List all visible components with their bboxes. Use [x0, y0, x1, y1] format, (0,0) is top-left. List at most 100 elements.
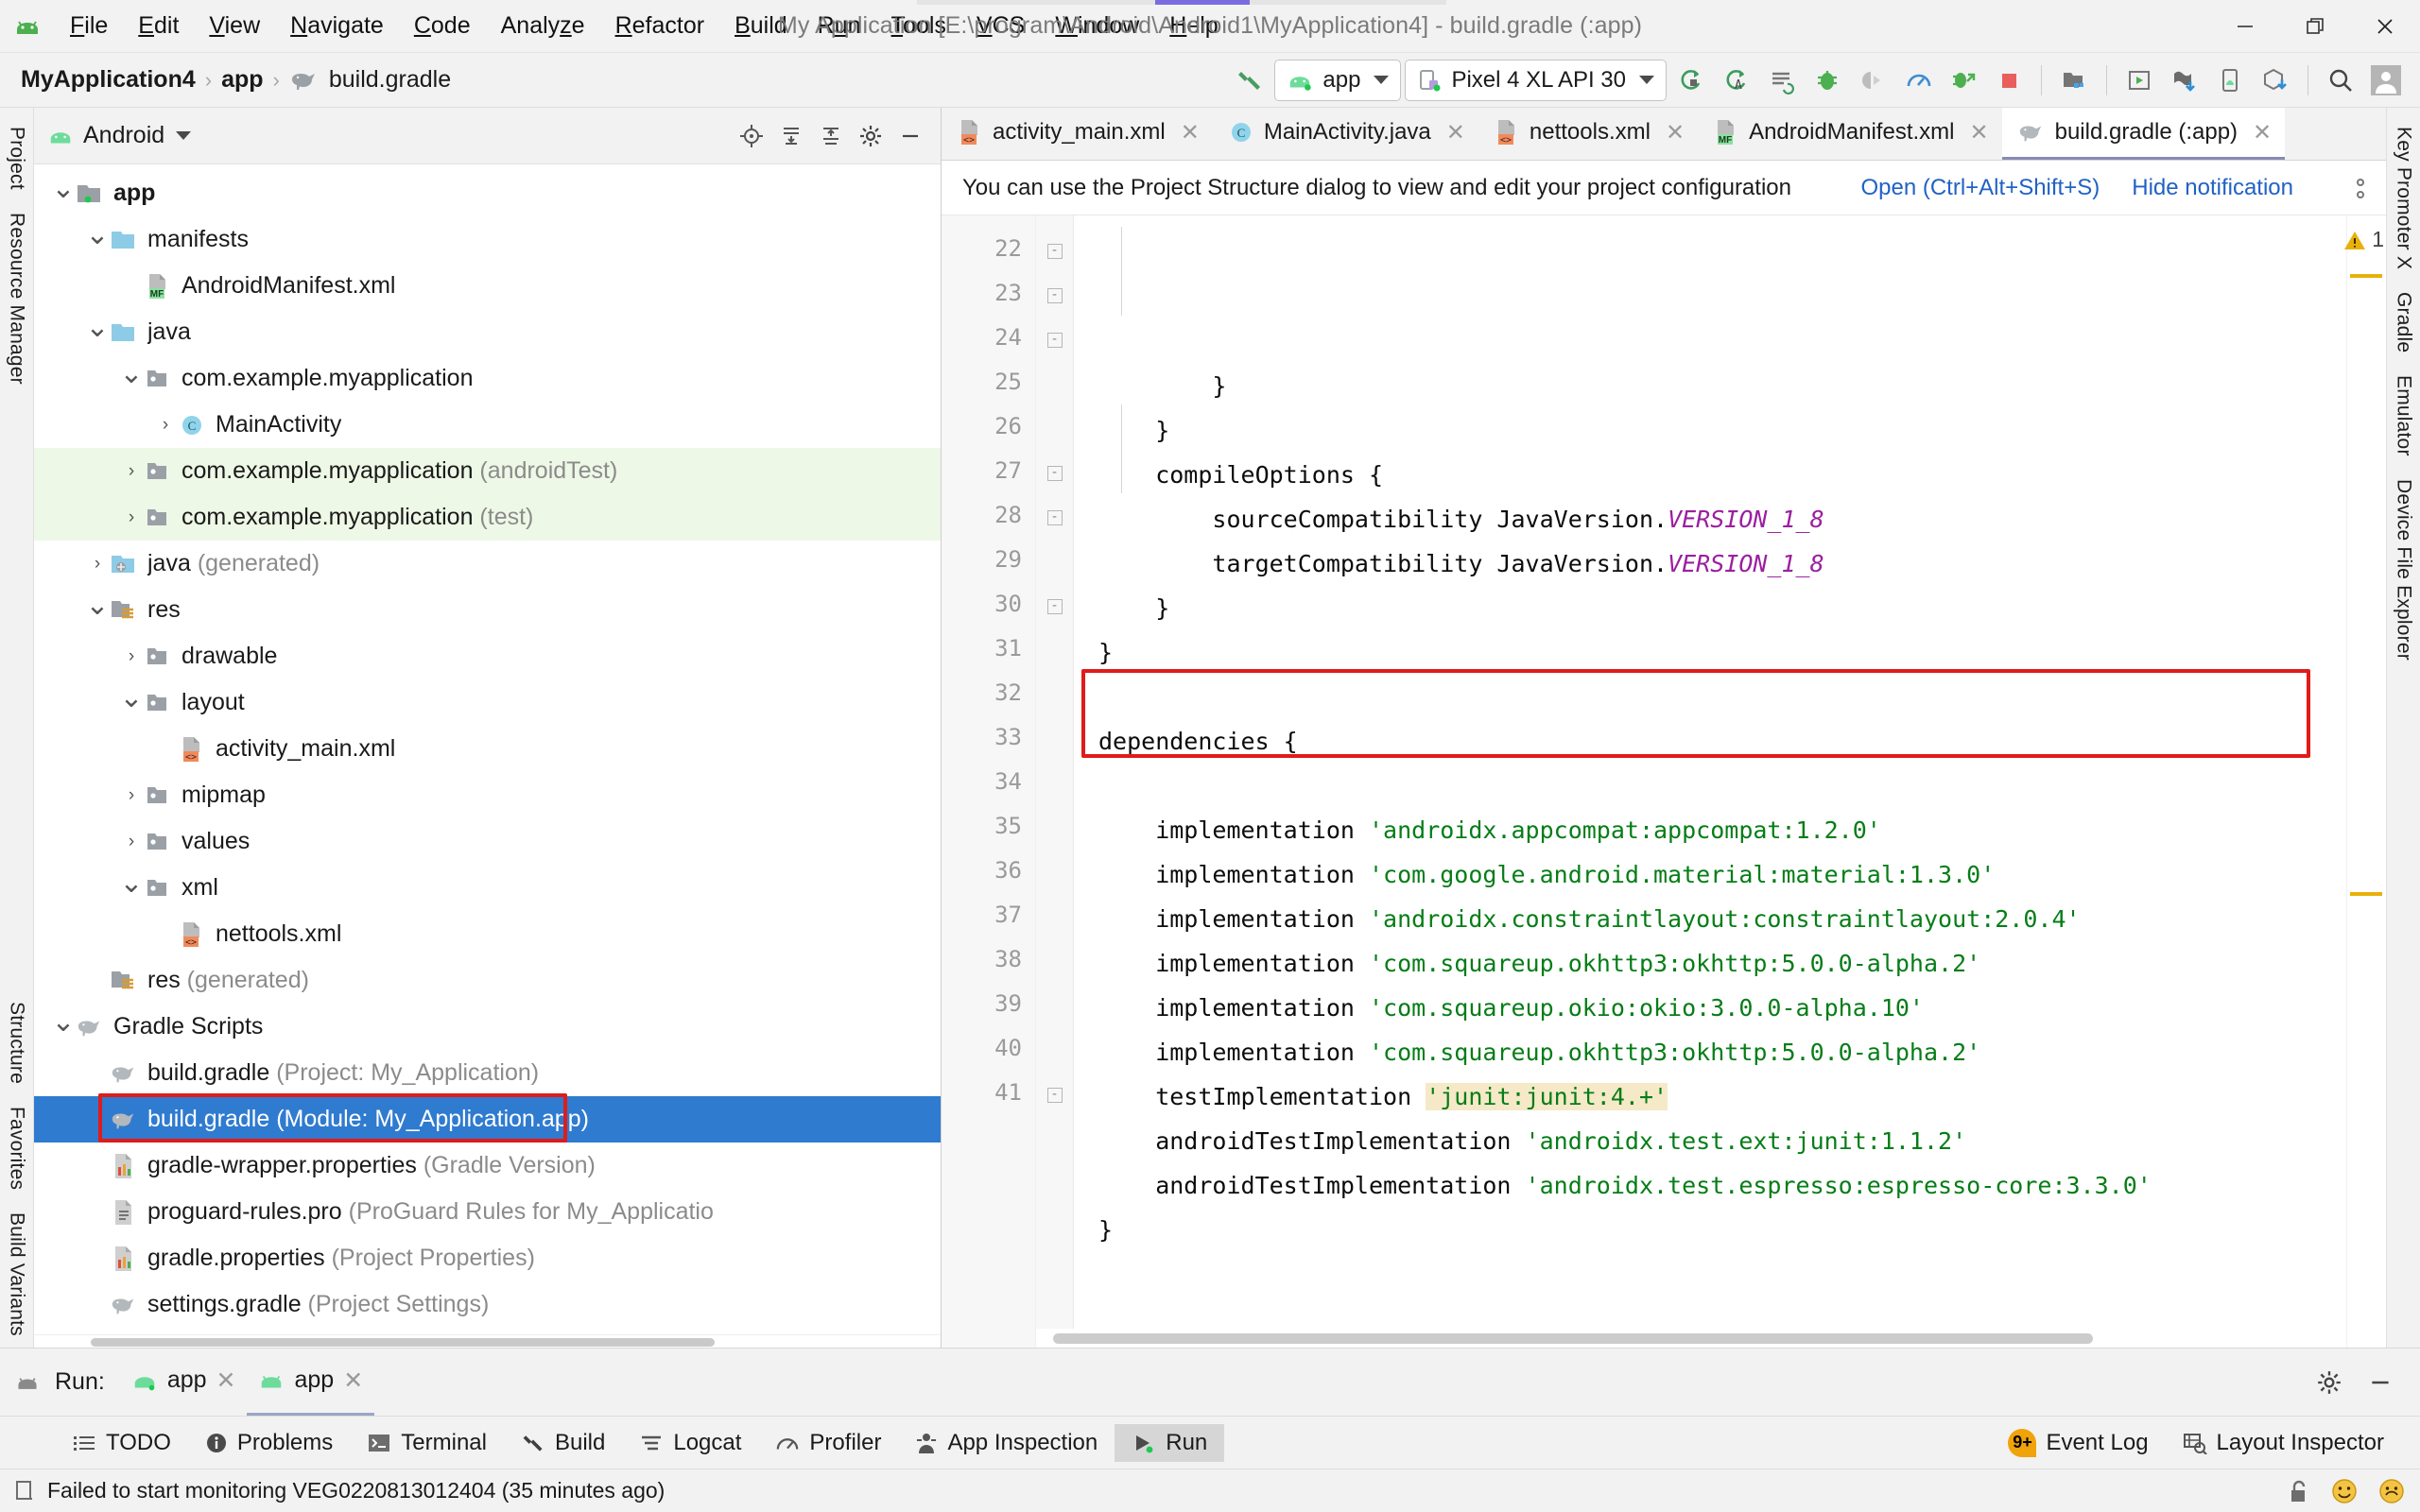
profile-avatar-icon[interactable]	[2365, 60, 2407, 101]
fold-marker[interactable]	[1036, 760, 1073, 804]
tree-node-nettools-xml[interactable]: <> nettools.xml	[34, 911, 941, 957]
close-icon[interactable]: ✕	[1181, 119, 1200, 146]
tool-window-button-resource-manager[interactable]: Resource Manager	[4, 201, 30, 396]
chevron-down-icon[interactable]	[176, 131, 192, 140]
breadcrumb-module[interactable]: app	[221, 66, 263, 94]
tree-node-app[interactable]: ⌄ app	[34, 170, 941, 216]
search-icon[interactable]	[2320, 60, 2361, 101]
run-tab-app[interactable]: app ✕	[247, 1349, 375, 1417]
hide-panel-icon[interactable]	[2361, 1364, 2399, 1401]
code-editor[interactable]: 22 23 24 25 26 27 28 29 30 31 32 33 34 35 36 37 38 39 40 41…	[942, 215, 2386, 1348]
close-icon[interactable]: ✕	[216, 1366, 236, 1395]
fold-marker[interactable]	[1036, 937, 1073, 982]
tool-window-button-favorites[interactable]: Favorites	[4, 1095, 30, 1201]
editor-tab-mainactivity-java[interactable]: C MainActivity.java ✕	[1213, 108, 1478, 160]
bottom-tab-layout-inspector[interactable]: Layout Inspector	[2166, 1424, 2401, 1462]
breadcrumb-project[interactable]: MyApplication4	[21, 66, 196, 94]
warning-summary[interactable]: 1	[2343, 227, 2384, 252]
menu-code[interactable]: Code	[399, 7, 486, 45]
tree-node-androidmanifest-xml[interactable]: MF AndroidManifest.xml	[34, 263, 941, 309]
tree-node-gradle-properties[interactable]: gradle.properties (Project Properties)	[34, 1235, 941, 1281]
sync-project-gradle-icon[interactable]	[1670, 60, 1712, 101]
fold-marker[interactable]	[1036, 849, 1073, 893]
bottom-tab-app-inspection[interactable]: App Inspection	[898, 1424, 1115, 1462]
menu-vcs[interactable]: VCS	[961, 7, 1040, 45]
gradle-sync-download-icon[interactable]	[2255, 60, 2296, 101]
fold-marker[interactable]: -	[1036, 1071, 1073, 1115]
device-file-explorer-icon[interactable]	[2209, 60, 2251, 101]
sdk-manager-icon[interactable]	[2164, 60, 2205, 101]
debug-icon[interactable]	[1806, 60, 1848, 101]
tool-window-button-project[interactable]: Project	[4, 115, 30, 201]
bottom-tab-todo[interactable]: TODO	[55, 1424, 188, 1462]
tree-node-gradle-scripts[interactable]: ⌄ Gradle Scripts	[34, 1004, 941, 1050]
tree-node-layout[interactable]: ⌄ layout	[34, 679, 941, 726]
collapse-all-icon[interactable]	[812, 117, 850, 155]
fold-marker[interactable]: -	[1036, 493, 1073, 538]
menu-view[interactable]: View	[194, 7, 275, 45]
fold-marker[interactable]	[1036, 404, 1073, 449]
warning-marker[interactable]	[2350, 892, 2382, 896]
code-folding-gutter[interactable]: -------	[1036, 215, 1074, 1348]
tree-node-local-properties[interactable]: local.properties (SDK Location)	[34, 1328, 941, 1334]
tool-window-button-key-promoter-x[interactable]: Key Promoter X	[2391, 115, 2417, 281]
editor-tab-build-gradle-app[interactable]: build.gradle (:app) ✕	[2001, 108, 2286, 160]
fold-marker[interactable]	[1036, 627, 1073, 671]
bottom-tab-build[interactable]: Build	[504, 1424, 622, 1462]
tool-window-button-emulator[interactable]: Emulator	[2391, 364, 2417, 468]
bottom-tab-profiler[interactable]: Profiler	[758, 1424, 898, 1462]
tree-node-res[interactable]: res (generated)	[34, 957, 941, 1004]
fold-marker[interactable]	[1036, 893, 1073, 937]
fold-marker[interactable]	[1036, 715, 1073, 760]
menu-file[interactable]: File	[55, 7, 123, 45]
open-project-structure-link[interactable]: Open (Ctrl+Alt+Shift+S)	[1860, 175, 2100, 201]
bottom-tab-event-log[interactable]: 9+ Event Log	[1991, 1423, 2165, 1463]
close-icon[interactable]: ✕	[343, 1366, 363, 1395]
inspection-warning-strip[interactable]: 1	[2343, 215, 2386, 1348]
maximize-restore-button[interactable]	[2280, 0, 2350, 53]
project-structure-icon[interactable]	[2053, 60, 2095, 101]
profiler-icon[interactable]	[1897, 60, 1939, 101]
minimize-button[interactable]	[2210, 0, 2280, 53]
attach-debugger-icon[interactable]	[1852, 60, 1893, 101]
gear-icon[interactable]	[2310, 1364, 2348, 1401]
tree-node-mainactivity[interactable]: › C MainActivity	[34, 402, 941, 448]
stop-icon[interactable]	[1988, 60, 2030, 101]
tree-node-xml[interactable]: ⌄ xml	[34, 865, 941, 911]
close-icon[interactable]: ✕	[1666, 119, 1685, 146]
tree-node-gradle-wrapper-properties[interactable]: gradle-wrapper.properties (Gradle Versio…	[34, 1143, 941, 1189]
tool-window-button-device-file-explorer[interactable]: Device File Explorer	[2391, 468, 2417, 672]
build-hammer-icon[interactable]	[1229, 60, 1270, 101]
tree-node-build-gradle[interactable]: build.gradle (Project: My_Application)	[34, 1050, 941, 1096]
fold-marker[interactable]: -	[1036, 316, 1073, 360]
run-configuration-selector[interactable]: app	[1274, 59, 1402, 101]
code-text[interactable]: } } compileOptions { sourceCompatibility…	[1074, 215, 2386, 1348]
project-horizontal-scrollbar[interactable]	[34, 1334, 941, 1348]
close-icon[interactable]: ✕	[2253, 119, 2272, 146]
close-icon[interactable]: ✕	[1446, 119, 1465, 146]
tree-node-drawable[interactable]: › drawable	[34, 633, 941, 679]
bottom-tab-problems[interactable]: Problems	[188, 1424, 350, 1462]
avd-manager-icon[interactable]	[2118, 60, 2160, 101]
tool-window-button-build-variants[interactable]: Build Variants	[4, 1201, 30, 1348]
tree-node-com-example-myapplication[interactable]: › com.example.myapplication (test)	[34, 494, 941, 541]
avd-list-icon[interactable]	[1761, 60, 1803, 101]
tool-window-button-gradle[interactable]: Gradle	[2391, 281, 2417, 364]
tree-node-proguard-rules-pro[interactable]: proguard-rules.pro (ProGuard Rules for M…	[34, 1189, 941, 1235]
tree-node-mipmap[interactable]: › mipmap	[34, 772, 941, 818]
bottom-tab-logcat[interactable]: Logcat	[622, 1424, 758, 1462]
menu-tools[interactable]: Tools	[876, 7, 961, 45]
status-message[interactable]: Failed to start monitoring VEG0220813012…	[47, 1478, 665, 1503]
smiley-sad-icon[interactable]	[2378, 1478, 2405, 1504]
tree-node-settings-gradle[interactable]: settings.gradle (Project Settings)	[34, 1281, 941, 1328]
fold-marker[interactable]: -	[1036, 227, 1073, 271]
device-selector[interactable]: Pixel 4 XL API 30	[1405, 59, 1667, 101]
fold-marker[interactable]: -	[1036, 449, 1073, 493]
editor-tab-activity-main-xml[interactable]: <> activity_main.xml ✕	[942, 108, 1213, 160]
tree-node-java[interactable]: ⌄ java	[34, 309, 941, 355]
bottom-tab-run[interactable]: Run	[1115, 1423, 1225, 1462]
close-icon[interactable]: ✕	[1969, 119, 1988, 146]
tree-node-build-gradle-module-my-application-app[interactable]: build.gradle (Module: My_Application.app…	[34, 1096, 941, 1143]
breadcrumb-file[interactable]: build.gradle	[329, 66, 451, 94]
tree-node-manifests[interactable]: ⌄ manifests	[34, 216, 941, 263]
